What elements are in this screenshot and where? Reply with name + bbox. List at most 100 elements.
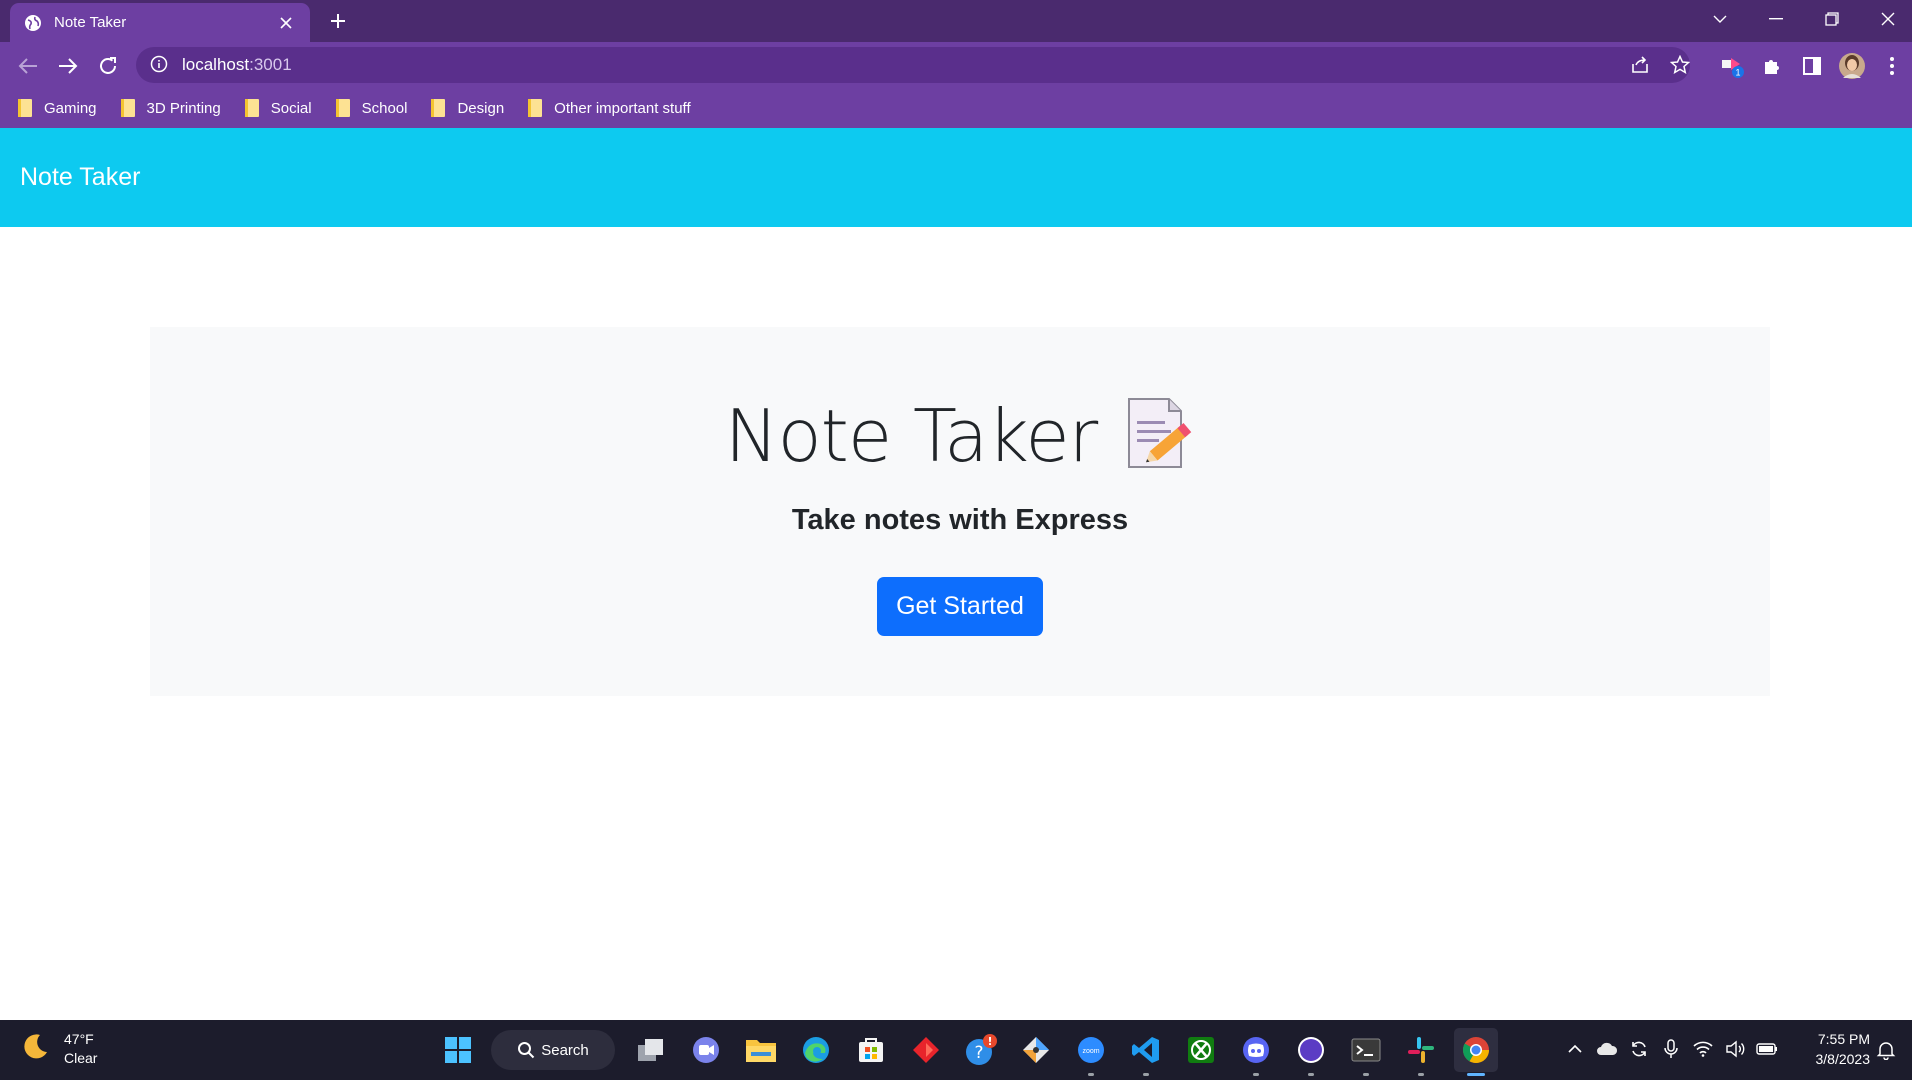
url-port: :3001 bbox=[249, 55, 292, 74]
extensions-puzzle-icon[interactable] bbox=[1756, 50, 1788, 82]
clock-time: 7:55 PM bbox=[1817, 1031, 1870, 1047]
search-icon bbox=[517, 1041, 535, 1059]
bookmark-folder-gaming[interactable]: Gaming bbox=[18, 99, 97, 117]
restore-icon[interactable] bbox=[1804, 0, 1860, 38]
zoom-icon[interactable]: zoom bbox=[1069, 1028, 1113, 1076]
navbar-brand[interactable]: Note Taker bbox=[20, 163, 140, 192]
tab-search-chevron-icon[interactable] bbox=[1692, 0, 1748, 38]
url-host: localhost bbox=[182, 55, 250, 74]
browser-toolbar: localhost:3001 1 bbox=[0, 42, 1912, 88]
taskbar-search[interactable]: Search bbox=[491, 1030, 615, 1070]
bookmark-label: School bbox=[361, 99, 408, 117]
chevron-up-icon[interactable] bbox=[1564, 1038, 1586, 1060]
folder-icon bbox=[528, 99, 543, 117]
site-info-icon[interactable] bbox=[150, 55, 170, 75]
folder-icon bbox=[335, 99, 350, 117]
zoom-text: zoom bbox=[1082, 1048, 1099, 1055]
share-icon[interactable] bbox=[1630, 55, 1652, 77]
bookmark-label: Gaming bbox=[44, 99, 97, 117]
hero-subtitle: Take notes with Express bbox=[791, 504, 1129, 536]
navbar: Note Taker bbox=[0, 128, 1912, 227]
svg-text:!: ! bbox=[987, 1035, 992, 1048]
side-panel-icon[interactable] bbox=[1796, 50, 1828, 82]
forward-icon[interactable] bbox=[52, 50, 84, 82]
store-icon[interactable] bbox=[849, 1028, 893, 1072]
running-indicator bbox=[1143, 1073, 1149, 1076]
address-bar[interactable]: localhost:3001 bbox=[136, 47, 1690, 83]
edge-icon[interactable] bbox=[794, 1028, 838, 1072]
microphone-icon[interactable] bbox=[1660, 1038, 1682, 1060]
purple-app-icon[interactable] bbox=[1289, 1028, 1333, 1076]
windows-taskbar: 47°F Clear Search ?! zoom 7:55 PM 3/8/20… bbox=[0, 1020, 1912, 1080]
bookmark-folder-other-important-stuff[interactable]: Other important stuff bbox=[528, 99, 691, 117]
volume-icon[interactable] bbox=[1724, 1038, 1746, 1060]
help-icon[interactable]: ?! bbox=[959, 1028, 1003, 1072]
red-app-icon[interactable] bbox=[904, 1028, 948, 1072]
discord-icon[interactable] bbox=[1234, 1028, 1278, 1076]
sync-icon[interactable] bbox=[1628, 1038, 1650, 1060]
start-icon[interactable] bbox=[436, 1028, 480, 1072]
folder-icon bbox=[244, 99, 259, 117]
browser-tab[interactable]: Note Taker bbox=[10, 3, 310, 42]
xbox-icon[interactable] bbox=[1179, 1028, 1223, 1072]
chrome-icon[interactable] bbox=[1454, 1028, 1498, 1076]
hero-title-text: Note Taker bbox=[724, 394, 1099, 478]
slack-icon[interactable] bbox=[1399, 1028, 1443, 1076]
browser-titlebar: Note Taker bbox=[0, 0, 1912, 42]
globe-icon bbox=[24, 14, 42, 32]
onedrive-icon[interactable] bbox=[1596, 1038, 1618, 1060]
teams-icon[interactable] bbox=[684, 1028, 728, 1072]
wifi-icon[interactable] bbox=[1692, 1038, 1714, 1060]
system-tray bbox=[1564, 1038, 1788, 1060]
extension-badge: 1 bbox=[1735, 68, 1740, 78]
clock[interactable]: 7:55 PM 3/8/2023 bbox=[1800, 1029, 1871, 1069]
tab-title: Note Taker bbox=[54, 14, 127, 31]
weather-temperature: 47°F bbox=[64, 1031, 94, 1047]
bookmark-label: 3D Printing bbox=[146, 99, 221, 117]
reload-icon[interactable] bbox=[92, 50, 124, 82]
running-indicator bbox=[1088, 1073, 1094, 1076]
close-window-icon[interactable] bbox=[1860, 0, 1912, 38]
profile-avatar[interactable] bbox=[1836, 50, 1868, 82]
running-indicator bbox=[1253, 1073, 1259, 1076]
bookmark-label: Other important stuff bbox=[554, 99, 691, 117]
back-icon[interactable] bbox=[12, 50, 44, 82]
bookmarks-bar: Gaming 3D Printing Social School Design … bbox=[0, 88, 1912, 128]
bookmark-star-icon[interactable] bbox=[1670, 55, 1692, 77]
bookmark-label: Social bbox=[270, 99, 312, 117]
new-tab-button[interactable] bbox=[324, 7, 352, 35]
memo-icon bbox=[1125, 397, 1195, 469]
file-explorer-icon[interactable] bbox=[739, 1028, 783, 1072]
extension-icon[interactable]: 1 bbox=[1716, 50, 1748, 82]
battery-icon[interactable] bbox=[1756, 1038, 1778, 1060]
bookmark-folder-3d-printing[interactable]: 3D Printing bbox=[120, 99, 221, 117]
get-started-button[interactable]: Get Started bbox=[877, 577, 1043, 636]
task-view-icon[interactable] bbox=[629, 1028, 673, 1072]
active-indicator bbox=[1467, 1073, 1485, 1076]
weather-condition: Clear bbox=[64, 1050, 98, 1066]
more-menu-icon[interactable] bbox=[1876, 50, 1908, 82]
terminal-icon[interactable] bbox=[1344, 1028, 1388, 1076]
search-label: Search bbox=[541, 1041, 589, 1059]
minimize-icon[interactable] bbox=[1748, 0, 1804, 38]
clock-date: 3/8/2023 bbox=[1815, 1051, 1871, 1067]
bookmark-folder-design[interactable]: Design bbox=[431, 99, 504, 117]
hero-title: Note Taker bbox=[150, 394, 1770, 478]
running-indicator bbox=[1308, 1073, 1314, 1076]
git-app-icon[interactable] bbox=[1014, 1028, 1058, 1072]
close-tab-icon[interactable] bbox=[276, 13, 296, 33]
bookmark-folder-social[interactable]: Social bbox=[244, 99, 312, 117]
moon-icon bbox=[20, 1032, 54, 1066]
bookmark-label: Design bbox=[457, 99, 505, 117]
folder-icon bbox=[431, 99, 446, 117]
folder-icon bbox=[120, 99, 135, 117]
notification-icon[interactable] bbox=[1876, 1040, 1898, 1062]
svg-text:?: ? bbox=[974, 1043, 983, 1063]
running-indicator bbox=[1418, 1073, 1424, 1076]
vscode-icon[interactable] bbox=[1124, 1028, 1168, 1076]
running-indicator bbox=[1363, 1073, 1369, 1076]
hero-section: Note Taker Take notes with Express Get S… bbox=[150, 327, 1770, 696]
weather-widget[interactable]: 47°F Clear bbox=[20, 1030, 97, 1068]
folder-icon bbox=[18, 99, 32, 117]
bookmark-folder-school[interactable]: School bbox=[335, 99, 408, 117]
